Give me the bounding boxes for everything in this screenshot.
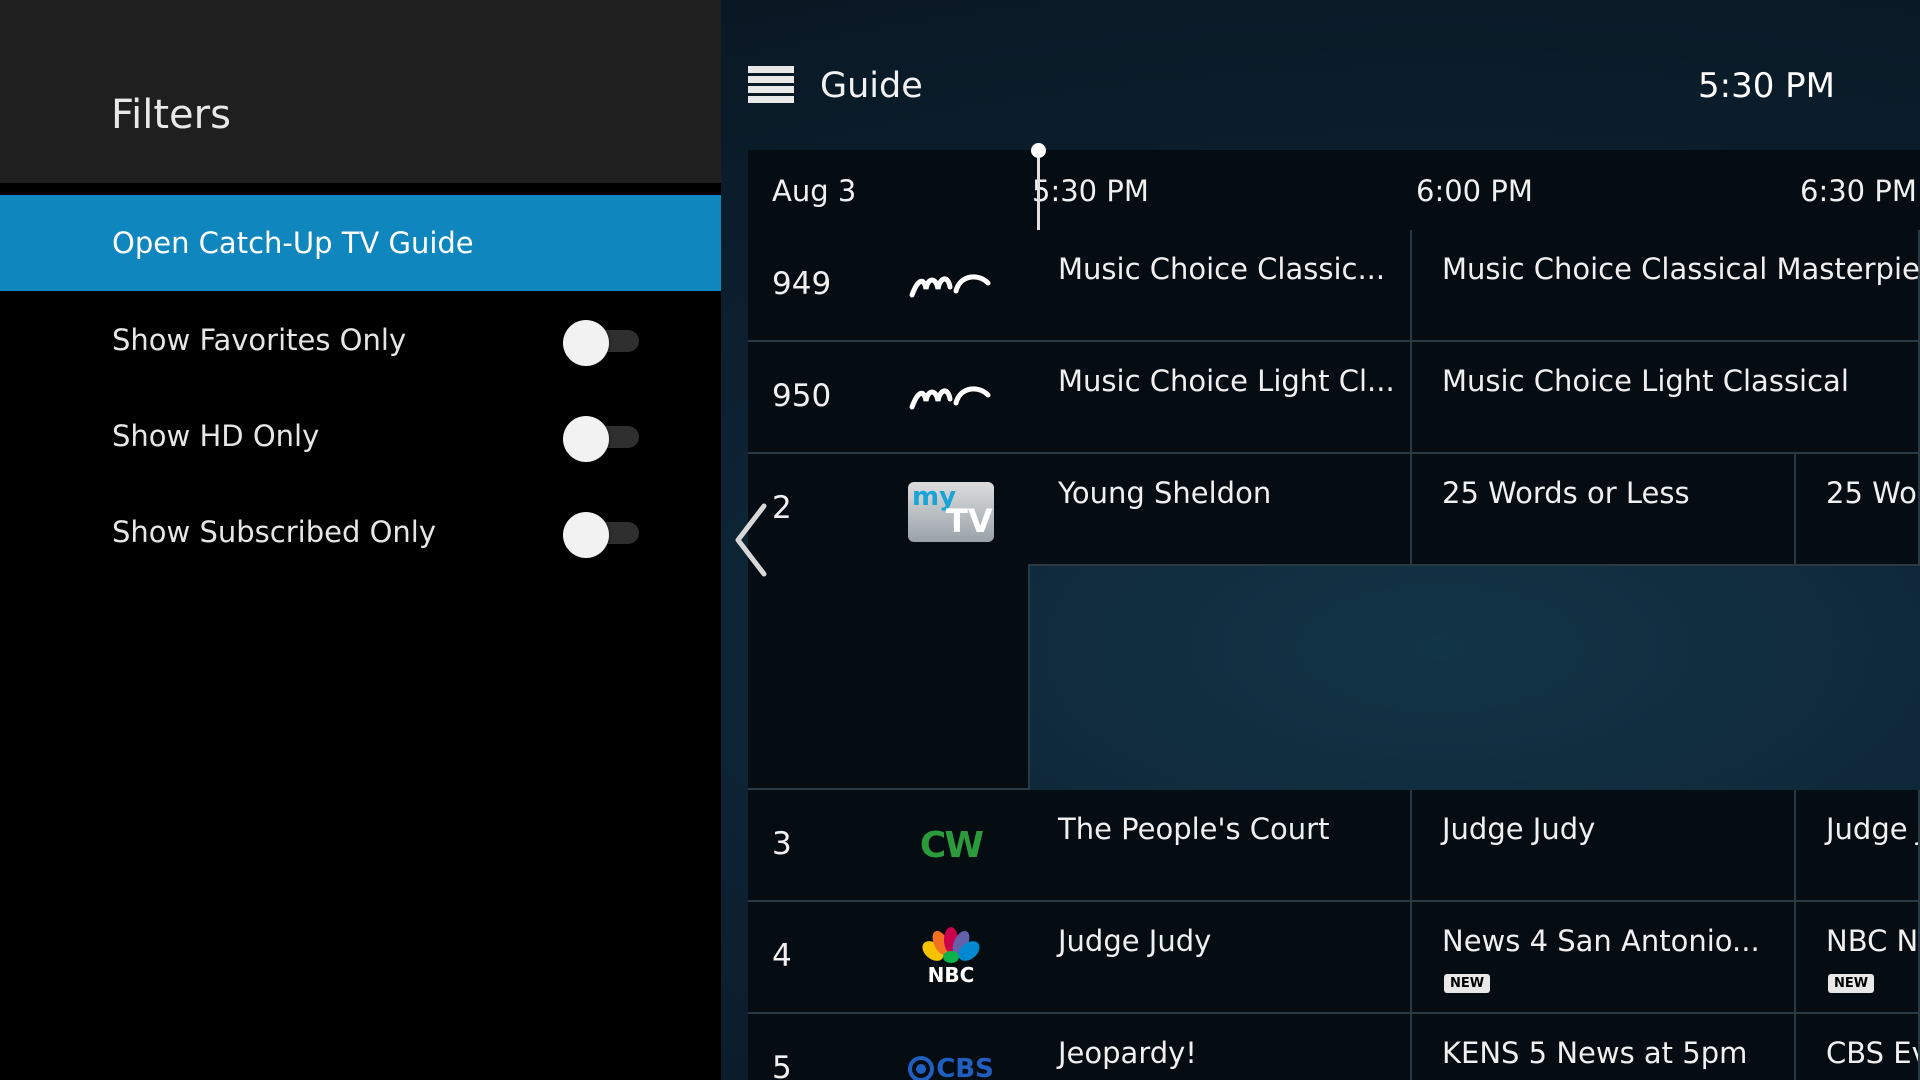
expanded-details-area bbox=[1028, 566, 1920, 792]
program-cell[interactable]: CBS Ev bbox=[1796, 1014, 1920, 1080]
music-choice-logo bbox=[908, 260, 994, 310]
menu-item-label: Show Subscribed Only bbox=[112, 515, 436, 549]
channel-number: 949 bbox=[772, 266, 832, 302]
menu-item-label: Open Catch-Up TV Guide bbox=[112, 226, 474, 260]
guide-grid: 949 Music Choice Classic... Music Choice… bbox=[748, 230, 1920, 1080]
toggle-knob bbox=[563, 416, 609, 462]
channel-2[interactable]: 2 my TV bbox=[748, 454, 1030, 790]
program-title: NBC N bbox=[1826, 924, 1919, 958]
program-cell[interactable]: Music Choice Classical Masterpiece bbox=[1412, 230, 1920, 342]
open-catchup-guide-button[interactable]: Open Catch-Up TV Guide bbox=[0, 195, 721, 291]
program-cell[interactable]: Jeopardy! bbox=[1028, 1014, 1412, 1080]
program-title: Judge J bbox=[1826, 812, 1920, 846]
program-title: Music Choice Light Classical bbox=[1442, 364, 1849, 398]
channel-number: 5 bbox=[772, 1050, 792, 1080]
channel-950[interactable]: 950 bbox=[748, 342, 1030, 454]
program-cell[interactable]: Judge J bbox=[1796, 790, 1920, 902]
cbs-logo: CBS bbox=[908, 1044, 994, 1080]
program-cell[interactable]: Young Sheldon bbox=[1028, 454, 1412, 566]
filters-title: Filters bbox=[111, 92, 231, 138]
guide-grid-icon bbox=[748, 66, 794, 104]
current-time-line bbox=[1037, 150, 1040, 230]
favorites-toggle[interactable] bbox=[563, 320, 639, 366]
music-choice-logo bbox=[908, 372, 994, 422]
filters-panel: Filters Open Catch-Up TV Guide Show Favo… bbox=[0, 0, 721, 1080]
channel-number: 3 bbox=[772, 826, 792, 862]
program-cell[interactable]: Judge Judy bbox=[1412, 790, 1796, 902]
channel-number: 4 bbox=[772, 938, 792, 974]
program-title: 25 Wor bbox=[1826, 476, 1920, 510]
program-title: Music Choice Classical Masterpiece bbox=[1442, 252, 1920, 286]
toggle-knob bbox=[563, 320, 609, 366]
show-subscribed-only-option[interactable]: Show Subscribed Only bbox=[0, 484, 721, 580]
new-badge: NEW bbox=[1444, 974, 1491, 993]
toggle-knob bbox=[563, 512, 609, 558]
program-cell[interactable]: 25 Wor bbox=[1796, 454, 1920, 566]
channel-4[interactable]: 4 NBC bbox=[748, 902, 1030, 1014]
chevron-left-icon[interactable] bbox=[730, 500, 770, 580]
channel-5[interactable]: 5 CBS bbox=[748, 1014, 1030, 1080]
time-slot-label: 6:00 PM bbox=[1416, 174, 1533, 208]
hd-toggle[interactable] bbox=[563, 416, 639, 462]
channel-number: 950 bbox=[772, 378, 832, 414]
filters-header: Filters bbox=[0, 0, 721, 183]
nbc-logo: NBC bbox=[908, 924, 994, 990]
program-cell[interactable]: Judge Judy bbox=[1028, 902, 1412, 1014]
program-title: Young Sheldon bbox=[1058, 476, 1272, 510]
cw-logo: CW bbox=[919, 824, 984, 866]
program-title: Judge Judy bbox=[1442, 812, 1596, 846]
program-title: Music Choice Light Cl... bbox=[1058, 364, 1395, 398]
program-cell[interactable]: Music Choice Light Cl... bbox=[1028, 342, 1412, 454]
guide-date: Aug 3 bbox=[772, 174, 857, 208]
show-favorites-only-option[interactable]: Show Favorites Only bbox=[0, 292, 721, 388]
program-cell[interactable]: NBC N NEW bbox=[1796, 902, 1920, 1014]
program-title: News 4 San Antonio... bbox=[1442, 924, 1760, 958]
time-slot-label: 5:30 PM bbox=[1032, 174, 1149, 208]
menu-item-label: Show Favorites Only bbox=[112, 323, 407, 357]
channel-number: 2 bbox=[772, 490, 792, 526]
program-title: Music Choice Classic... bbox=[1058, 252, 1386, 286]
program-cell[interactable]: KENS 5 News at 5pm bbox=[1412, 1014, 1796, 1080]
subscribed-toggle[interactable] bbox=[563, 512, 639, 558]
clock: 5:30 PM bbox=[1698, 66, 1835, 106]
program-cell[interactable]: Music Choice Classic... bbox=[1028, 230, 1412, 342]
channel-3[interactable]: 3 CW bbox=[748, 790, 1030, 902]
menu-item-label: Show HD Only bbox=[112, 419, 320, 453]
time-ruler: Aug 3 5:30 PM 6:00 PM 6:30 PM bbox=[748, 150, 1920, 232]
new-badge: NEW bbox=[1828, 974, 1875, 993]
program-cell[interactable]: News 4 San Antonio... NEW bbox=[1412, 902, 1796, 1014]
program-title: Jeopardy! bbox=[1058, 1036, 1197, 1070]
program-cell[interactable]: Music Choice Light Classical bbox=[1412, 342, 1920, 454]
channel-949[interactable]: 949 bbox=[748, 230, 1030, 342]
show-hd-only-option[interactable]: Show HD Only bbox=[0, 388, 721, 484]
program-title: CBS Ev bbox=[1826, 1036, 1920, 1070]
program-cell[interactable]: The People's Court bbox=[1028, 790, 1412, 902]
program-title: The People's Court bbox=[1058, 812, 1330, 846]
program-cell[interactable]: 25 Words or Less bbox=[1412, 454, 1796, 566]
guide-title: Guide bbox=[820, 66, 923, 106]
program-title: KENS 5 News at 5pm bbox=[1442, 1036, 1748, 1070]
mytv-logo: my TV bbox=[908, 482, 994, 542]
current-time-marker bbox=[1031, 143, 1046, 158]
time-slot-label: 6:30 PM bbox=[1800, 174, 1917, 208]
program-title: Judge Judy bbox=[1058, 924, 1212, 958]
program-title: 25 Words or Less bbox=[1442, 476, 1690, 510]
